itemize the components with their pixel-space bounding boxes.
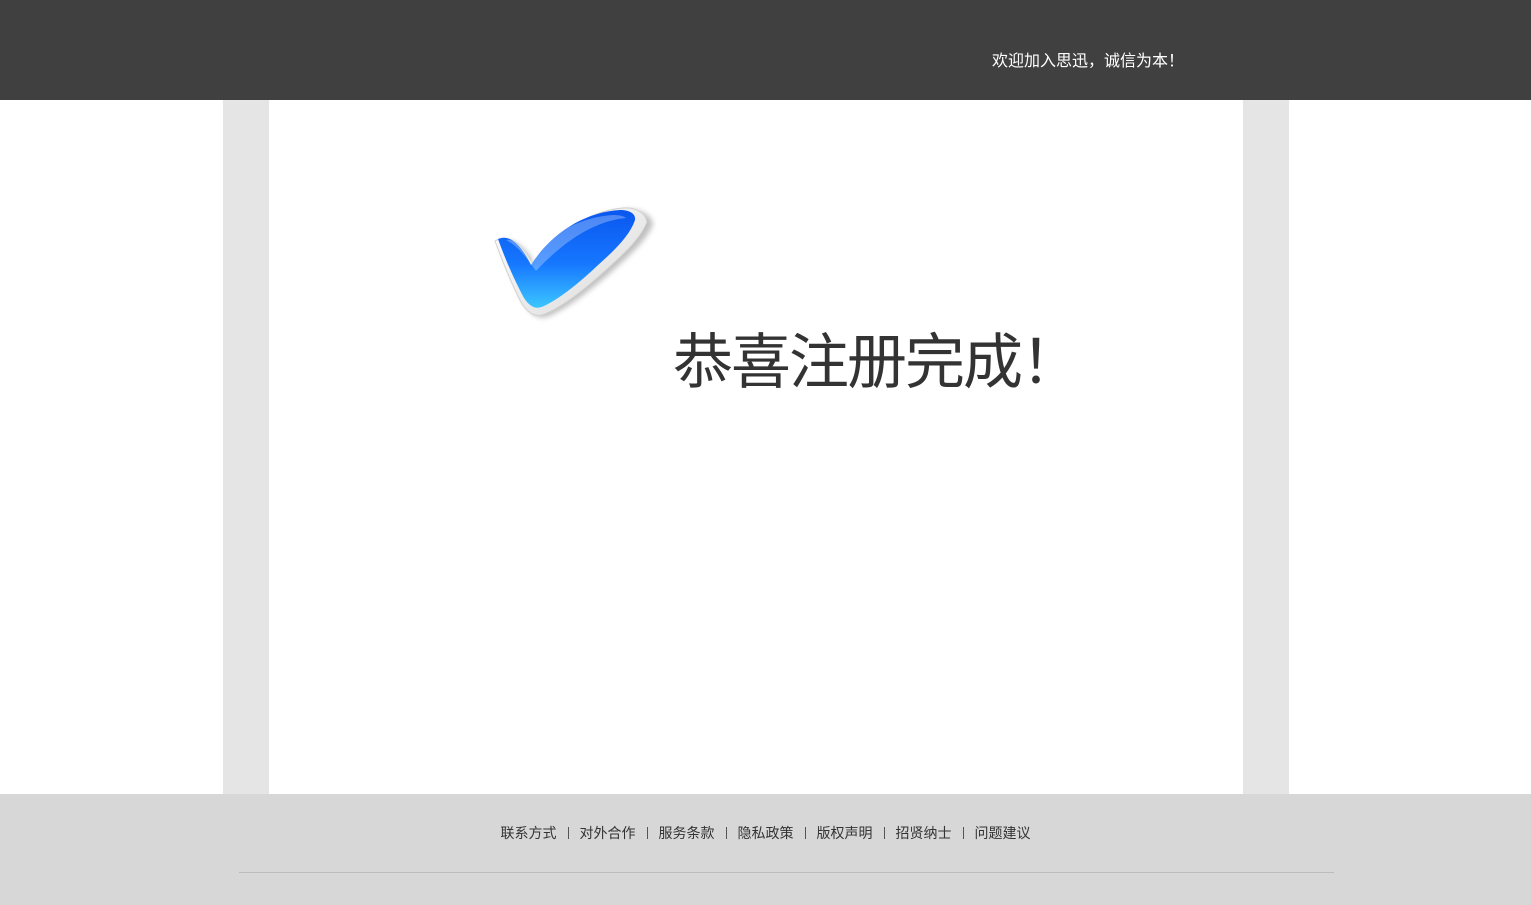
right-side-panel xyxy=(1243,100,1289,794)
success-title: 恭喜注册完成！ xyxy=(673,328,1081,398)
top-header: 欢迎加入思迅，诚信为本！ xyxy=(0,0,1531,100)
success-message: 恭喜注册完成！ xyxy=(487,200,1107,396)
footer-separator xyxy=(646,827,648,839)
footer-divider xyxy=(239,872,1334,873)
footer-link-privacy[interactable]: 隐私政策 xyxy=(738,826,794,842)
footer-separator xyxy=(883,827,885,839)
footer-links: 联系方式 对外合作 服务条款 隐私政策 版权声明 招贤纳士 问题建议 xyxy=(0,824,1531,844)
left-side-panel xyxy=(223,100,269,794)
footer-separator xyxy=(567,827,569,839)
registration-success-content: 恭喜注册完成！ xyxy=(269,100,1243,794)
welcome-text: 欢迎加入思迅，诚信为本！ xyxy=(992,51,1185,70)
footer-separator xyxy=(725,827,727,839)
footer-separator xyxy=(962,827,964,839)
footer-link-contact[interactable]: 联系方式 xyxy=(501,826,557,842)
footer-link-careers[interactable]: 招贤纳士 xyxy=(896,826,952,842)
checkmark-icon xyxy=(494,207,653,318)
footer-link-feedback[interactable]: 问题建议 xyxy=(975,826,1031,842)
site-footer: 联系方式 对外合作 服务条款 隐私政策 版权声明 招贤纳士 问题建议 xyxy=(0,794,1531,905)
footer-link-terms[interactable]: 服务条款 xyxy=(659,826,715,842)
footer-link-copyright[interactable]: 版权声明 xyxy=(817,826,873,842)
footer-link-cooperation[interactable]: 对外合作 xyxy=(580,826,636,842)
footer-separator xyxy=(804,827,806,839)
